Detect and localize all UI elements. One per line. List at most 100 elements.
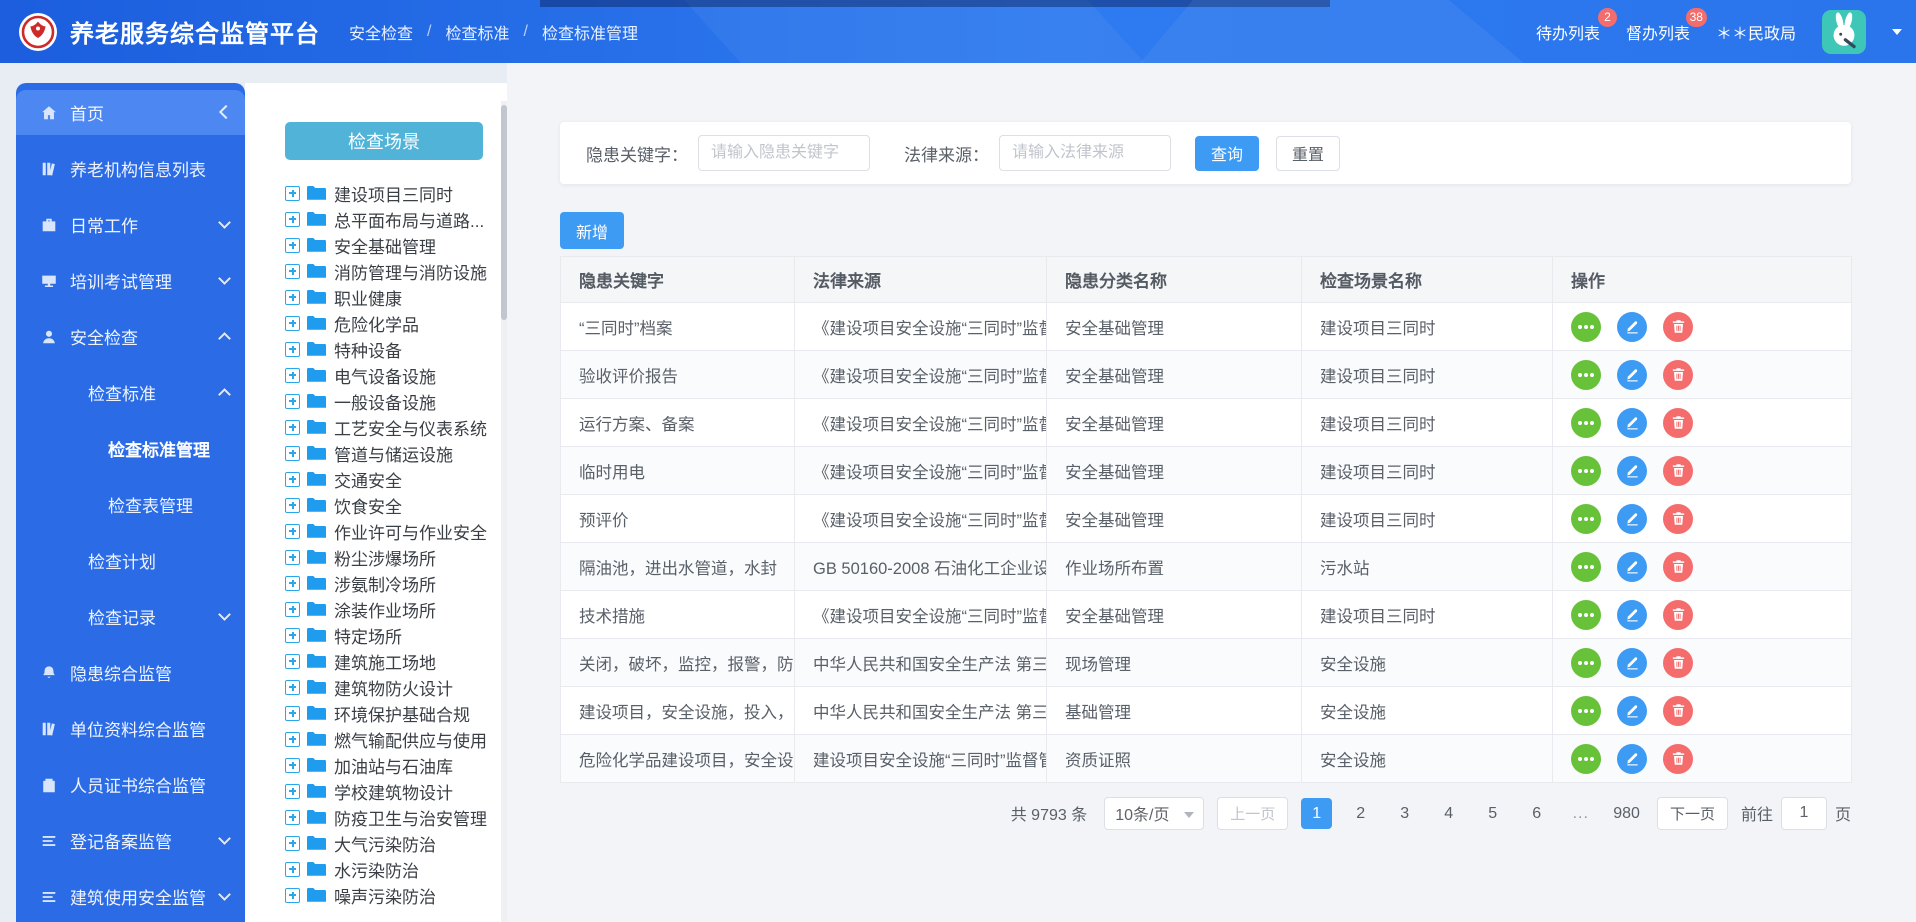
expand-plus-icon[interactable] (285, 315, 300, 331)
edit-button[interactable] (1617, 407, 1647, 438)
tree-scrollbar[interactable] (501, 101, 507, 922)
tree-item[interactable]: 涂装作业场所 (285, 596, 487, 622)
expand-plus-icon[interactable] (285, 549, 300, 565)
more-button[interactable] (1571, 647, 1601, 678)
page-number-3[interactable]: 3 (1389, 798, 1420, 829)
reset-button[interactable]: 重置 (1276, 135, 1341, 171)
edit-button[interactable] (1617, 647, 1647, 678)
tree-item[interactable]: 学校建筑物设计 (285, 778, 487, 804)
more-button[interactable] (1571, 503, 1601, 534)
user-menu-caret-icon[interactable] (1892, 28, 1902, 35)
law-filter-input[interactable] (999, 135, 1171, 171)
expand-plus-icon[interactable] (285, 393, 300, 409)
expand-plus-icon[interactable] (285, 471, 300, 487)
delete-button[interactable] (1663, 647, 1693, 678)
sidebar-item-cert-supervision[interactable]: 人员证书综合监管 (16, 762, 245, 807)
expand-plus-icon[interactable] (285, 445, 300, 461)
edit-button[interactable] (1617, 599, 1647, 630)
expand-plus-icon[interactable] (285, 575, 300, 591)
tree-item[interactable]: 消防管理与消防设施 (285, 258, 487, 284)
sidebar-item-daily-work[interactable]: 日常工作 (16, 202, 245, 247)
expand-plus-icon[interactable] (285, 835, 300, 851)
tree-item[interactable]: 建筑施工场地 (285, 648, 487, 674)
sidebar-item-check-standard[interactable]: 检查标准 (16, 370, 245, 415)
tree-item[interactable]: 一般设备设施 (285, 388, 487, 414)
edit-button[interactable] (1617, 743, 1647, 774)
delete-button[interactable] (1663, 359, 1693, 390)
tree-item[interactable]: 总平面布局与道路... (285, 206, 487, 232)
breadcrumb-item-current[interactable]: 检查标准管理 (542, 20, 638, 44)
expand-plus-icon[interactable] (285, 341, 300, 357)
sidebar-item-check-table-mgmt[interactable]: 检查表管理 (16, 482, 245, 527)
page-jump-input[interactable] (1780, 796, 1827, 830)
expand-plus-icon[interactable] (285, 211, 300, 227)
expand-plus-icon[interactable] (285, 757, 300, 773)
more-button[interactable] (1571, 551, 1601, 582)
tree-item[interactable]: 特种设备 (285, 336, 487, 362)
sidebar-item-unit-data-supervision[interactable]: 单位资料综合监管 (16, 706, 245, 751)
tree-item[interactable]: 粉尘涉爆场所 (285, 544, 487, 570)
org-name[interactable]: ＊＊民政局 (1716, 20, 1796, 44)
expand-plus-icon[interactable] (285, 601, 300, 617)
tree-item[interactable]: 环境保护基础合规 (285, 700, 487, 726)
supervise-list-link[interactable]: 督办列表 38 (1626, 7, 1707, 44)
edit-button[interactable] (1617, 551, 1647, 582)
tree-item[interactable]: 电气设备设施 (285, 362, 487, 388)
delete-button[interactable] (1663, 695, 1693, 726)
expand-plus-icon[interactable] (285, 627, 300, 643)
expand-plus-icon[interactable] (285, 289, 300, 305)
expand-plus-icon[interactable] (285, 887, 300, 903)
sidebar-item-check-record[interactable]: 检查记录 (16, 594, 245, 639)
delete-button[interactable] (1663, 599, 1693, 630)
tree-item[interactable]: 管道与储运设施 (285, 440, 487, 466)
expand-plus-icon[interactable] (285, 705, 300, 721)
edit-button[interactable] (1617, 311, 1647, 342)
page-number-4[interactable]: 4 (1433, 798, 1464, 829)
sidebar-item-registration-supervision[interactable]: 登记备案监管 (16, 818, 245, 863)
delete-button[interactable] (1663, 407, 1693, 438)
tree-item[interactable]: 水污染防治 (285, 856, 487, 882)
search-button[interactable]: 查询 (1195, 135, 1260, 171)
delete-button[interactable] (1663, 311, 1693, 342)
delete-button[interactable] (1663, 503, 1693, 534)
sidebar-collapse-icon[interactable] (218, 104, 234, 120)
sidebar-item-check-standard-mgmt[interactable]: 检查标准管理 (16, 426, 245, 471)
tree-item[interactable]: 燃气输配供应与使用 (285, 726, 487, 752)
prev-page-button[interactable]: 上一页 (1217, 796, 1289, 830)
more-button[interactable] (1571, 455, 1601, 486)
expand-plus-icon[interactable] (285, 263, 300, 279)
tree-item[interactable]: 饮食安全 (285, 492, 487, 518)
more-button[interactable] (1571, 695, 1601, 726)
expand-plus-icon[interactable] (285, 523, 300, 539)
more-button[interactable] (1571, 599, 1601, 630)
tree-item[interactable]: 噪声污染防治 (285, 882, 487, 908)
expand-plus-icon[interactable] (285, 809, 300, 825)
page-number-last[interactable]: 980 (1609, 798, 1644, 829)
tree-item[interactable]: 建筑物防火设计 (285, 674, 487, 700)
page-size-select[interactable]: 10条/页 (1104, 796, 1205, 830)
expand-plus-icon[interactable] (285, 419, 300, 435)
more-button[interactable] (1571, 359, 1601, 390)
delete-button[interactable] (1663, 455, 1693, 486)
expand-plus-icon[interactable] (285, 367, 300, 383)
sidebar-item-check-plan[interactable]: 检查计划 (16, 538, 245, 583)
sidebar-item-building-safety-supervision[interactable]: 建筑使用安全监管 (16, 874, 245, 919)
more-button[interactable] (1571, 311, 1601, 342)
more-button[interactable] (1571, 743, 1601, 774)
delete-button[interactable] (1663, 551, 1693, 582)
tree-item[interactable]: 职业健康 (285, 284, 487, 310)
expand-plus-icon[interactable] (285, 185, 300, 201)
user-avatar[interactable] (1822, 9, 1866, 54)
tree-item[interactable]: 工艺安全与仪表系统 (285, 414, 487, 440)
edit-button[interactable] (1617, 695, 1647, 726)
next-page-button[interactable]: 下一页 (1656, 796, 1728, 830)
expand-plus-icon[interactable] (285, 497, 300, 513)
page-number-5[interactable]: 5 (1477, 798, 1508, 829)
tree-item[interactable]: 交通安全 (285, 466, 487, 492)
tree-item[interactable]: 大气污染防治 (285, 830, 487, 856)
tree-item[interactable]: 安全基础管理 (285, 232, 487, 258)
todo-list-link[interactable]: 待办列表 2 (1536, 7, 1617, 44)
sidebar-item-safety-check[interactable]: 安全检查 (16, 314, 245, 359)
expand-plus-icon[interactable] (285, 861, 300, 877)
page-number-6[interactable]: 6 (1521, 798, 1552, 829)
